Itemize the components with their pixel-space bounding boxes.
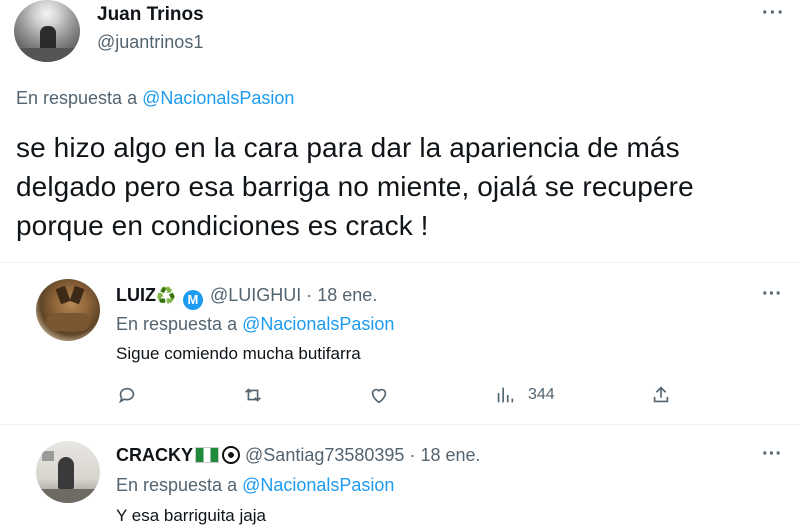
soccer-ball-icon [222,446,241,464]
verified-badge-icon: M [182,290,203,310]
more-options-icon[interactable]: ··· [762,2,785,25]
tweet-text: Sigue comiendo mucha butifarra [116,344,361,363]
tweet-date[interactable]: · 18 ene. [301,285,377,305]
reply-header: CRACKY @Santiag73580395 · 18 ene. [116,445,481,466]
author-name[interactable]: CRACKY [116,445,193,465]
retweet-icon [245,388,261,402]
avatar[interactable] [36,441,100,503]
reply-context: En respuesta a @NacionalsPasion [16,88,294,109]
reply-context: En respuesta a @NacionalsPasion [116,314,394,335]
tweet-text: Y esa barriguita jaja [116,506,266,525]
avatar-detail [55,285,71,305]
reply-context-label: En respuesta a [116,314,243,334]
reply-tweet: CRACKY @Santiag73580395 · 18 ene. ··· En… [0,425,800,532]
author-name[interactable]: Juan Trinos [97,4,204,26]
avatar-detail [36,489,100,503]
reply-icon [119,387,135,404]
avatar[interactable] [14,0,80,62]
reply-button[interactable] [116,384,138,406]
reply-context-label: En respuesta a [116,475,243,495]
avatar-detail [69,285,85,305]
avatar-detail [58,457,74,489]
avatar-detail [46,313,90,331]
reply-context-label: En respuesta a [16,88,143,108]
avatar-ground [14,48,80,62]
reply-mention-link[interactable]: @NacionalsPasion [242,314,394,334]
views-icon [497,387,514,403]
more-options-icon[interactable]: ··· [762,443,782,466]
tweet-date[interactable]: · 18 ene. [404,445,480,465]
share-icon [653,386,669,403]
reply-mention-link[interactable]: @NacionalsPasion [142,88,294,108]
views-button[interactable]: 344 [494,384,555,406]
avatar[interactable] [36,279,100,341]
author-name[interactable]: LUIZ [116,285,156,305]
views-count: 344 [528,386,555,403]
like-icon [371,388,387,404]
reply-context: En respuesta a @NacionalsPasion [116,475,394,496]
share-button[interactable] [650,384,672,406]
like-button[interactable] [368,384,390,406]
more-options-icon[interactable]: ··· [762,283,782,306]
author-handle[interactable]: @juantrinos1 [97,32,203,53]
tweet-text: se hizo algo en la cara para dar la apar… [16,132,694,241]
author-handle[interactable]: @LUIGHUI [210,285,301,305]
nigeria-flag-icon [195,447,220,463]
reply-header: LUIZ♻️ M @LUIGHUI · 18 ene. [116,285,377,310]
avatar-detail [42,451,54,461]
author-handle[interactable]: @Santiag73580395 [245,445,404,465]
main-tweet: Juan Trinos @juantrinos1 ··· En respuest… [0,0,800,262]
action-bar: 344 [116,384,676,408]
reply-mention-link[interactable]: @NacionalsPasion [242,475,394,495]
recycle-icon: ♻️ [156,288,176,305]
retweet-button[interactable] [242,384,264,406]
reply-tweet: LUIZ♻️ M @LUIGHUI · 18 ene. ··· En respu… [0,263,800,423]
